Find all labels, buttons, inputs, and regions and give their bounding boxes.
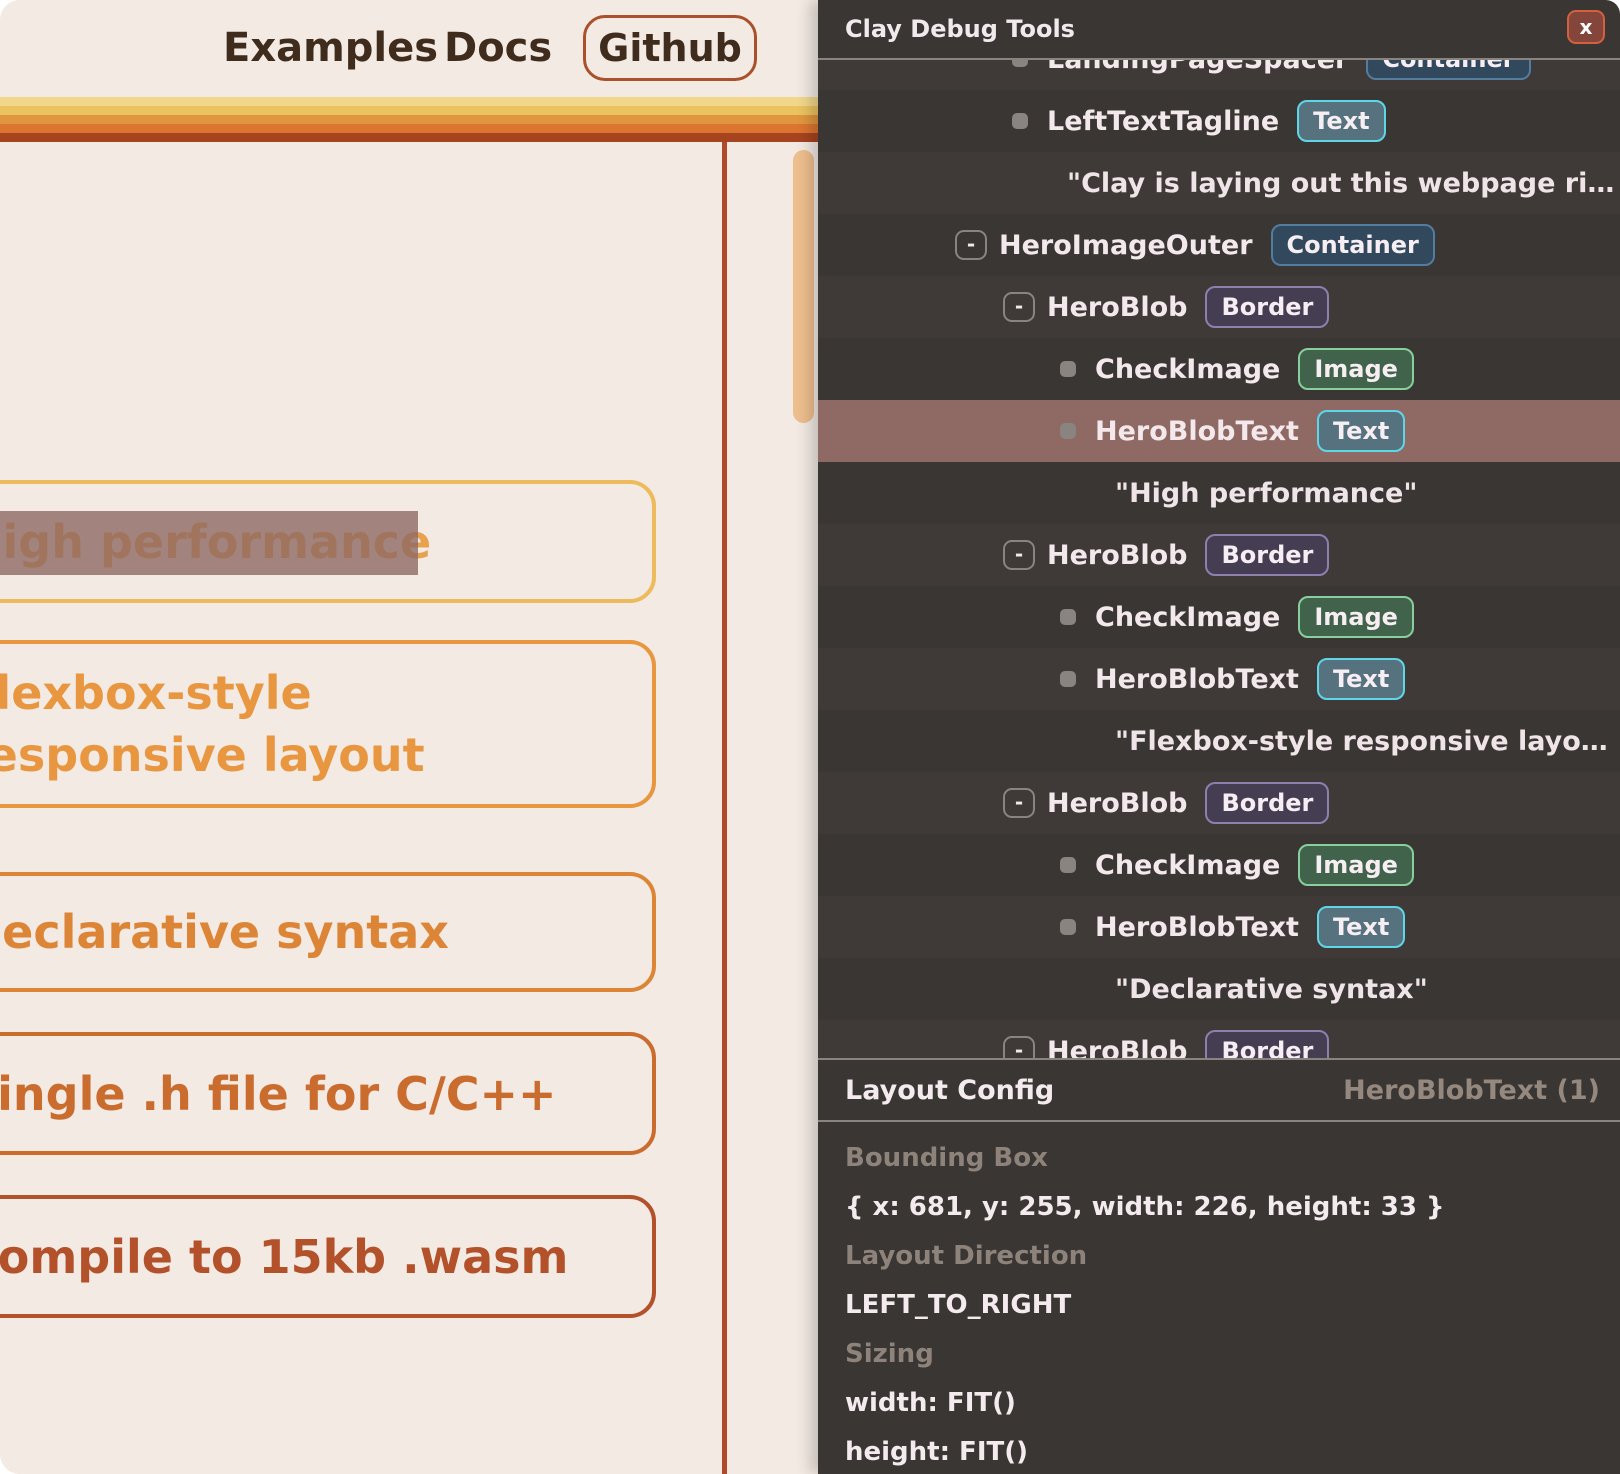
- leaf-bullet-icon: [1012, 60, 1028, 67]
- hero-blob: Single .h file for C/C++: [0, 1032, 656, 1155]
- hero-blob-text: Compile to 15kb .wasm: [0, 1226, 568, 1288]
- element-type-pill: Text: [1317, 658, 1405, 700]
- clay-debug-tools-panel: Clay Debug Tools x LandingPageSpacer Cont…: [818, 0, 1620, 1474]
- element-name: HeroBlobText: [818, 912, 1299, 943]
- property-value: LEFT_TO_RIGHT: [845, 1281, 1620, 1330]
- element-name: CheckImage: [818, 602, 1280, 633]
- close-button[interactable]: x: [1567, 10, 1605, 44]
- debug-titlebar: Clay Debug Tools x: [818, 0, 1620, 60]
- leaf-bullet-icon: [1060, 919, 1076, 935]
- debug-panel-title: Clay Debug Tools: [845, 0, 1075, 58]
- hero-blob-text: Declarative syntax: [0, 901, 449, 963]
- property-label: Bounding Box: [845, 1134, 1620, 1183]
- tree-row-string[interactable]: "Flexbox-style responsive layout": [818, 710, 1620, 772]
- tree-row-heroblob[interactable]: -HeroBlobBorder: [818, 524, 1620, 586]
- tree-row-string[interactable]: "High performance": [818, 462, 1620, 524]
- element-type-pill: Border: [1205, 534, 1329, 576]
- selected-element-label: HeroBlobText (1): [1343, 1075, 1600, 1106]
- leaf-bullet-icon: [1060, 609, 1076, 625]
- collapse-button[interactable]: -: [955, 230, 987, 260]
- tree-row-landingpagespacer[interactable]: LandingPageSpacer Container: [818, 60, 1620, 90]
- element-type-pill: Border: [1205, 286, 1329, 328]
- property-value: width: FIT(): [845, 1379, 1620, 1428]
- element-text-content: "Flexbox-style responsive layout": [818, 726, 1620, 757]
- element-type-pill: Container: [1271, 224, 1435, 266]
- tree-row-heroblob[interactable]: -HeroBlobBorder: [818, 772, 1620, 834]
- tree-row-checkimage[interactable]: CheckImage Image: [818, 338, 1620, 400]
- element-type-pill: Border: [1205, 1030, 1329, 1058]
- property-label: Sizing: [845, 1330, 1620, 1379]
- element-type-pill: Image: [1298, 348, 1414, 390]
- property-value: height: FIT(): [845, 1428, 1620, 1474]
- element-name: HeroBlobText: [818, 416, 1299, 447]
- element-name: CheckImage: [818, 850, 1280, 881]
- element-text-content: "Declarative syntax": [818, 974, 1428, 1005]
- tree-row-checkimage[interactable]: CheckImage Image: [818, 586, 1620, 648]
- tree-row-heroblobtext[interactable]: HeroBlobText Text: [818, 400, 1620, 462]
- page-scrollbar-thumb[interactable]: [793, 150, 814, 423]
- property-label: Layout Direction: [845, 1232, 1620, 1281]
- debug-selection-highlight: [0, 511, 418, 575]
- github-button[interactable]: Github: [583, 15, 757, 81]
- element-type-pill: Container: [1366, 60, 1530, 80]
- property-value: { x: 681, y: 255, width: 226, height: 33…: [845, 1183, 1620, 1232]
- hero-blob: Flexbox-style responsive layout: [0, 640, 656, 808]
- app-root: Examples Docs Github High performanceFle…: [0, 0, 1620, 1474]
- nav-link-docs[interactable]: Docs: [444, 24, 552, 72]
- element-tree: LandingPageSpacer Container LeftTextTaglin…: [818, 60, 1620, 1058]
- element-name: CheckImage: [818, 354, 1280, 385]
- leaf-bullet-icon: [1060, 857, 1076, 873]
- element-name: LeftTextTagline: [818, 106, 1279, 137]
- element-type-pill: Text: [1317, 906, 1405, 948]
- tree-row-heroblobtext[interactable]: HeroBlobText Text: [818, 896, 1620, 958]
- collapse-button[interactable]: -: [1003, 788, 1035, 818]
- element-name: HeroImageOuter: [818, 230, 1253, 261]
- layout-config-title: Layout Config: [845, 1075, 1054, 1106]
- leaf-bullet-icon: [1012, 113, 1028, 129]
- layout-config-header: Layout Config HeroBlobText (1): [818, 1058, 1620, 1122]
- element-name: HeroBlobText: [818, 664, 1299, 695]
- tree-row-checkimage[interactable]: CheckImage Image: [818, 834, 1620, 896]
- vertical-accent-line: [722, 142, 727, 1474]
- element-text-content: "Clay is laying out this webpage right n…: [818, 168, 1620, 199]
- hero-blob-text: Flexbox-style responsive layout: [0, 662, 594, 786]
- hero-blob: Declarative syntax: [0, 872, 656, 992]
- element-name: LandingPageSpacer: [818, 60, 1348, 75]
- tree-row-string[interactable]: "Clay is laying out this webpage right n…: [818, 152, 1620, 214]
- nav-link-examples[interactable]: Examples: [223, 24, 438, 72]
- collapse-button[interactable]: -: [1003, 540, 1035, 570]
- collapse-button[interactable]: -: [1003, 292, 1035, 322]
- hero-blob: Compile to 15kb .wasm: [0, 1195, 656, 1318]
- tree-row-lefttexttagline[interactable]: LeftTextTagline Text: [818, 90, 1620, 152]
- tree-row-heroblobtext[interactable]: HeroBlobText Text: [818, 648, 1620, 710]
- tree-row-string[interactable]: "Declarative syntax": [818, 958, 1620, 1020]
- element-type-pill: Text: [1317, 410, 1405, 452]
- leaf-bullet-icon: [1060, 423, 1076, 439]
- leaf-bullet-icon: [1060, 361, 1076, 377]
- element-type-pill: Image: [1298, 596, 1414, 638]
- tree-row-heroblob[interactable]: -HeroBlobBorder: [818, 276, 1620, 338]
- collapse-button[interactable]: -: [1003, 1036, 1035, 1058]
- element-text-content: "High performance": [818, 478, 1417, 509]
- element-type-pill: Border: [1205, 782, 1329, 824]
- hero-blob-text: Single .h file for C/C++: [0, 1063, 557, 1125]
- leaf-bullet-icon: [1060, 671, 1076, 687]
- element-type-pill: Text: [1297, 100, 1385, 142]
- tree-row-heroblob[interactable]: -HeroBlobBorder: [818, 1020, 1620, 1058]
- tree-row-heroimageouter[interactable]: -HeroImageOuter Container: [818, 214, 1620, 276]
- layout-config-properties: Bounding Box{ x: 681, y: 255, width: 226…: [818, 1124, 1620, 1474]
- element-type-pill: Image: [1298, 844, 1414, 886]
